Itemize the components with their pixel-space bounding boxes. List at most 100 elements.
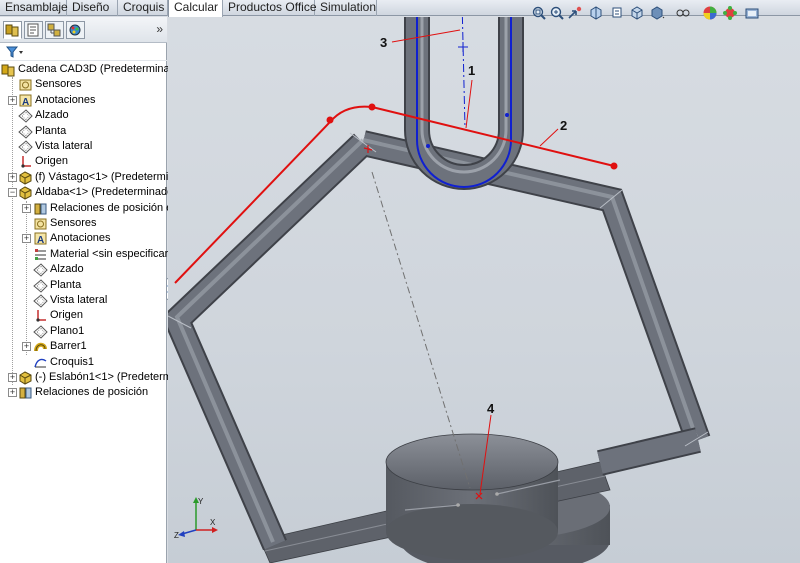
tree-item[interactable]: Sensores	[0, 216, 167, 231]
tree-item[interactable]: Vista lateral	[0, 293, 167, 308]
property-manager-icon	[27, 23, 39, 37]
feature-manager-icon	[5, 24, 19, 37]
edit-appearance-icon[interactable]	[702, 5, 718, 21]
tree-item[interactable]: Planta	[0, 278, 167, 293]
tree-item[interactable]: Alzado	[0, 108, 167, 123]
plane-icon	[33, 294, 48, 308]
expand-node-icon[interactable]: +	[22, 342, 31, 352]
expand-panel-icon[interactable]: »	[156, 22, 163, 36]
zoom-to-fit-icon[interactable]	[531, 5, 547, 21]
tree-item-label: Origen	[50, 309, 84, 322]
tree-item[interactable]: + Barrer1	[0, 339, 167, 354]
expand-node-icon[interactable]: +	[22, 203, 31, 213]
rod-centerline	[461, 17, 466, 129]
display-style-icon[interactable]	[649, 5, 665, 21]
plane-icon	[33, 325, 48, 339]
tree-item-label: Relaciones de posición en	[50, 201, 179, 214]
view-settings-icon[interactable]	[744, 5, 760, 21]
model-view[interactable]	[168, 17, 800, 563]
plane-icon	[18, 140, 33, 154]
tree-item-label: Vista lateral	[50, 294, 108, 306]
filter-icon[interactable]	[6, 46, 24, 58]
tree-item-label: Material <sin especificar>	[50, 247, 175, 260]
heads-up-view-toolbar	[527, 2, 800, 26]
svg-text:A: A	[37, 235, 44, 246]
tree-item[interactable]: Planta	[0, 124, 167, 139]
tree-item-label: Planta	[35, 124, 67, 137]
expand-node-icon[interactable]: +	[8, 388, 17, 398]
tree-item-label: Alzado	[50, 263, 84, 276]
origin-icon	[21, 156, 31, 168]
zoom-area-icon[interactable]	[549, 5, 565, 21]
tree-item[interactable]: + A Anotaciones	[0, 231, 167, 246]
tree-item[interactable]: Plano1	[0, 324, 167, 339]
tree-item[interactable]: + A Anotaciones	[0, 93, 167, 108]
tree-item-label: Anotaciones	[35, 93, 96, 106]
view-orientation-icon[interactable]	[629, 5, 645, 21]
tree-item[interactable]: Material <sin especificar>	[0, 247, 175, 262]
tree-item[interactable]: Sensores	[0, 77, 167, 92]
tree-item-label: Planta	[50, 278, 82, 291]
dynamic-annotation-icon[interactable]	[609, 5, 625, 21]
previous-view-icon[interactable]	[567, 5, 583, 21]
hide-show-items-icon[interactable]	[675, 5, 691, 21]
part-icon	[19, 186, 32, 200]
tab-diseno[interactable]: Diseño	[67, 0, 118, 16]
tree-item-label: Relaciones de posición	[35, 386, 149, 399]
tree-item-label: (-) Eslabón1<1> (Predetermi	[35, 371, 175, 383]
collapse-node-icon[interactable]: −	[8, 188, 17, 198]
callout-3: 3	[380, 35, 388, 50]
plane-icon	[18, 109, 33, 123]
tree-item-label: Anotaciones	[50, 232, 111, 245]
tree-item[interactable]: + Relaciones de posición	[0, 385, 167, 400]
tree-item[interactable]: + Relaciones de posición en	[0, 201, 178, 216]
property-manager-tab[interactable]	[24, 21, 43, 39]
expand-node-icon[interactable]: +	[8, 373, 17, 382]
expand-node-icon[interactable]: +	[8, 172, 17, 182]
callout-2: 2	[560, 118, 568, 133]
configuration-manager-tab[interactable]	[45, 21, 64, 39]
tree-item[interactable]: Origen	[0, 308, 167, 323]
mates-icon	[19, 387, 32, 399]
tree-item-label: (f) Vástago<1> (Predetermin	[35, 170, 175, 183]
tree-item[interactable]: Alzado	[0, 262, 167, 277]
tree-item[interactable]: Vista lateral	[0, 139, 167, 154]
tree-item[interactable]: Origen	[0, 154, 167, 169]
feature-manager-tab[interactable]	[3, 21, 22, 39]
tab-ensamblaje[interactable]: Ensamblaje	[0, 0, 68, 16]
graphics-area[interactable]: 1 2 3 4	[168, 17, 800, 563]
callout-1: 1	[468, 63, 476, 78]
part-icon	[19, 371, 32, 385]
tree-item[interactable]: + (f) Vástago<1> (Predetermin	[0, 170, 174, 185]
tab-productos-office[interactable]: Productos Office	[223, 0, 317, 16]
svg-text:X: X	[210, 518, 216, 527]
plane-icon	[18, 124, 33, 139]
section-view-icon[interactable]	[588, 5, 604, 21]
tree-item-label: Origen	[35, 155, 69, 168]
sketch-icon	[34, 358, 47, 368]
assembly-icon	[1, 64, 15, 77]
sensor-icon	[34, 218, 47, 230]
feature-manager-panel: » Cadena CAD3D (Predeterminad Sensores + A A…	[0, 17, 178, 563]
tab-simulation[interactable]: Simulation	[315, 0, 377, 16]
mates-icon	[34, 203, 47, 215]
lower-link-part[interactable]	[259, 433, 611, 563]
tree-item[interactable]: Croquis1	[0, 355, 167, 370]
tree-item-label: Alzado	[35, 109, 69, 122]
expand-node-icon[interactable]: +	[22, 234, 31, 244]
tree-item-label: Cadena CAD3D (Predeterminad	[18, 63, 176, 75]
svg-text:Y: Y	[198, 497, 204, 506]
tab-calcular[interactable]: Calcular	[168, 0, 223, 17]
tab-croquis[interactable]: Croquis	[118, 0, 168, 16]
material-icon	[35, 248, 46, 260]
configuration-manager-icon	[47, 23, 61, 37]
tree-item[interactable]: − Aldaba<1> (Predeterminado	[0, 185, 173, 200]
apply-scene-icon[interactable]	[722, 5, 738, 21]
reference-triad-icon: Z Y X	[174, 497, 218, 540]
expand-node-icon[interactable]: +	[8, 95, 17, 105]
sweep-icon	[34, 342, 47, 352]
svg-text:A: A	[22, 97, 29, 108]
display-manager-tab[interactable]	[66, 21, 85, 39]
tree-item[interactable]: Cadena CAD3D (Predeterminad	[0, 62, 176, 77]
tree-item[interactable]: + (-) Eslabón1<1> (Predetermi	[0, 370, 174, 385]
